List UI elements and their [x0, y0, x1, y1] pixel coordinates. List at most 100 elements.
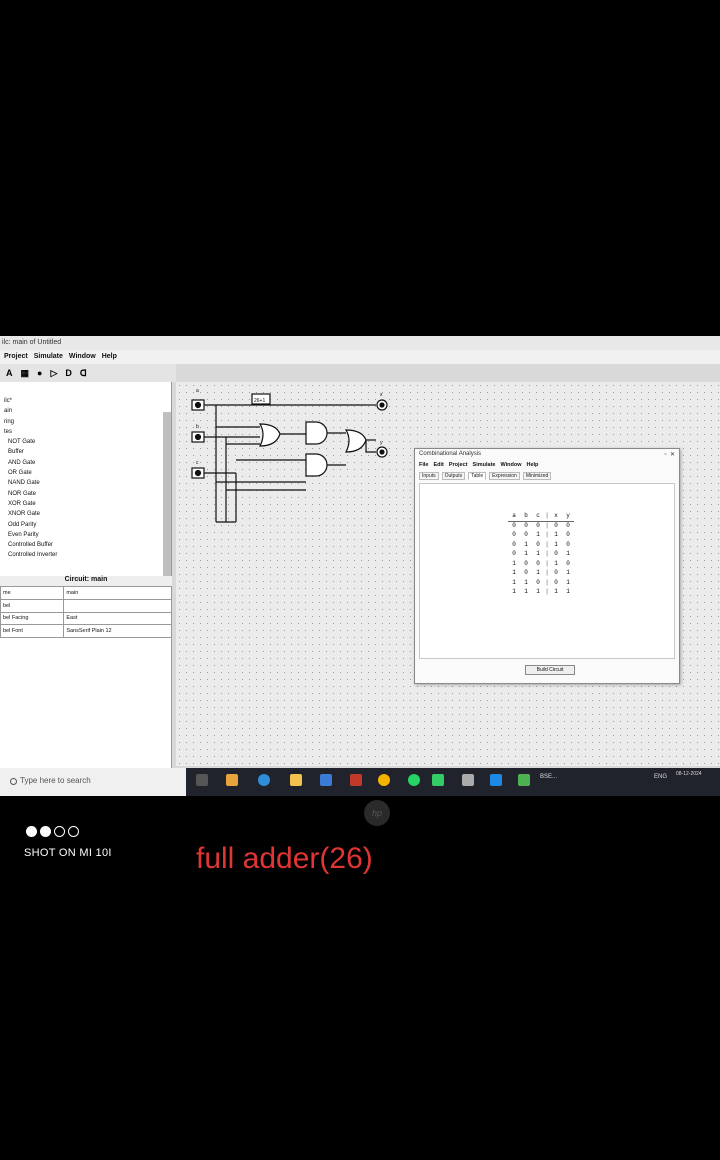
- explorer-item[interactable]: OR Gate: [0, 468, 171, 478]
- chrome-icon[interactable]: [378, 774, 390, 786]
- explorer-item[interactable]: NOT Gate: [0, 437, 171, 447]
- explorer-item[interactable]: NOR Gate: [0, 489, 171, 499]
- powerpoint-icon[interactable]: [350, 774, 362, 786]
- truth-table-cell[interactable]: 1: [562, 579, 574, 589]
- label-box-text: 26+1: [254, 398, 265, 404]
- explorer-item[interactable]: XOR Gate: [0, 499, 171, 509]
- truth-table-cell[interactable]: 0: [562, 531, 574, 541]
- truth-table-cell: 0: [536, 578, 540, 586]
- edge-icon[interactable]: [258, 774, 270, 786]
- system-clock[interactable]: 11:17 08-12-2024: [676, 764, 702, 778]
- language-indicator[interactable]: ENG: [654, 774, 667, 780]
- explorer-item[interactable]: ain: [0, 406, 171, 416]
- explorer-item[interactable]: XNOR Gate: [0, 509, 171, 519]
- explorer-item[interactable]: Controlled Buffer: [0, 540, 171, 550]
- analysis-menu-edit[interactable]: Edit: [433, 462, 443, 470]
- truth-table-panel: a b c | x y 0 0 0 | 0 0 0 0 1 | 1 0 0 1 0 | 1 0 0 1 1 | 0 1 1 0 0 | 1 0 1 0 1 |…: [419, 483, 675, 659]
- explorer-item[interactable]: AND Gate: [0, 458, 171, 468]
- truth-table-cell[interactable]: 0: [562, 522, 574, 532]
- truth-table-row: 1 1 0 | 0 1: [508, 579, 574, 589]
- explorer-item[interactable]: Odd Parity: [0, 520, 171, 530]
- truth-table-cell: 0: [524, 531, 528, 538]
- pin-tool-icon[interactable]: ●: [37, 368, 42, 378]
- table-row: bel Facing East: [0, 611, 172, 626]
- analysis-menu-help[interactable]: Help: [527, 462, 539, 470]
- menu-window[interactable]: Window: [69, 353, 96, 361]
- file-explorer-icon[interactable]: [290, 774, 302, 786]
- buffer-tool-icon[interactable]: ▷: [50, 368, 57, 379]
- analysis-titlebar: Combinational Analysis ▫ ✕: [415, 449, 679, 461]
- truth-table-cell[interactable]: 1: [550, 531, 562, 541]
- attr-value[interactable]: East: [63, 611, 172, 626]
- truth-table-row: 0 1 0 | 1 0: [508, 541, 574, 551]
- attr-value[interactable]: main: [63, 586, 172, 600]
- analysis-menu-project[interactable]: Project: [449, 462, 468, 470]
- truth-table-cell[interactable]: 0: [550, 522, 562, 532]
- store-icon[interactable]: [320, 774, 332, 786]
- tab-minimized[interactable]: Minimized: [522, 472, 552, 480]
- tray-stock-text[interactable]: BSE...: [540, 774, 557, 780]
- analysis-menu-window[interactable]: Window: [500, 462, 521, 470]
- app-icon[interactable]: [462, 774, 474, 786]
- explorer-item[interactable]: NAND Gate: [0, 478, 171, 488]
- truth-table-cell: 0: [512, 531, 516, 538]
- tab-outputs[interactable]: Outputs: [441, 472, 466, 480]
- explorer-item[interactable]: Buffer: [0, 447, 171, 457]
- explorer-item[interactable]: tes: [0, 427, 171, 437]
- dot-icon: [40, 826, 51, 837]
- stocks-icon[interactable]: [518, 774, 530, 786]
- truth-table-cell[interactable]: 1: [562, 550, 574, 560]
- task-view-icon[interactable]: [196, 774, 208, 786]
- truth-table-cell[interactable]: 1: [562, 588, 574, 598]
- table-row: bel Font SansSerif Plain 12: [0, 624, 172, 638]
- menu-help[interactable]: Help: [102, 353, 117, 361]
- truth-table-row: 1 1 1 | 1 1: [508, 588, 574, 598]
- build-circuit-button[interactable]: Build Circuit: [525, 665, 575, 675]
- play-icon[interactable]: [490, 774, 502, 786]
- truth-table-cell: 1: [536, 531, 540, 538]
- attr-value[interactable]: [63, 598, 172, 613]
- tab-table[interactable]: Table: [468, 472, 487, 480]
- truth-table-cell[interactable]: 1: [550, 588, 562, 598]
- truth-table-row: 1 0 1 | 0 1: [508, 569, 574, 579]
- truth-table-cell: 1: [512, 578, 516, 586]
- truth-table-cell[interactable]: 0: [550, 550, 562, 560]
- and-tool-icon[interactable]: D: [65, 368, 72, 378]
- attributes-blank: [0, 638, 172, 768]
- truth-table-cell: 1: [524, 578, 528, 586]
- truth-table-cell[interactable]: 0: [550, 569, 562, 579]
- taskbar-search[interactable]: Type here to search: [0, 768, 186, 796]
- truth-table-header-cell: b: [524, 512, 528, 519]
- tab-inputs[interactable]: Inputs: [419, 472, 439, 480]
- explorer-item[interactable]: ring: [0, 417, 171, 427]
- dot-icon: [54, 826, 65, 837]
- camera-dots: [26, 826, 79, 837]
- menu-project[interactable]: Project: [4, 353, 28, 361]
- truth-table-cell[interactable]: 0: [550, 579, 562, 589]
- truth-table-cell[interactable]: 1: [550, 560, 562, 570]
- app-icon[interactable]: [432, 774, 444, 786]
- explorer-scrollbar[interactable]: [163, 412, 171, 582]
- tab-expression[interactable]: Expression: [489, 472, 520, 480]
- explorer-item[interactable]: ilc*: [0, 396, 171, 406]
- window-controls-icon[interactable]: ▫ ✕: [665, 451, 676, 459]
- explorer-item[interactable]: Controlled Inverter: [0, 550, 171, 560]
- attr-value[interactable]: SansSerif Plain 12: [63, 624, 172, 638]
- analysis-menu-file[interactable]: File: [419, 462, 428, 470]
- whatsapp-icon[interactable]: [408, 774, 420, 786]
- explorer-item[interactable]: Even Parity: [0, 530, 171, 540]
- truth-table-cell: 0: [512, 540, 516, 548]
- combinational-analysis-window: Combinational Analysis ▫ ✕ File Edit Pro…: [414, 448, 680, 684]
- truth-table-cell: 0: [512, 521, 516, 529]
- menu-simulate[interactable]: Simulate: [34, 353, 63, 361]
- truth-table-cell[interactable]: 0: [562, 541, 574, 551]
- or-tool-icon[interactable]: ᗡ: [80, 368, 87, 379]
- app-icon[interactable]: [226, 774, 238, 786]
- grid-tool-icon[interactable]: ▦: [21, 368, 30, 379]
- truth-table-cell[interactable]: 1: [562, 569, 574, 579]
- truth-table-cell[interactable]: 1: [550, 541, 562, 551]
- truth-table-cell[interactable]: 0: [562, 560, 574, 570]
- analysis-menu-simulate[interactable]: Simulate: [473, 462, 496, 470]
- attr-name: me: [0, 586, 65, 600]
- text-tool-button[interactable]: A: [6, 368, 13, 378]
